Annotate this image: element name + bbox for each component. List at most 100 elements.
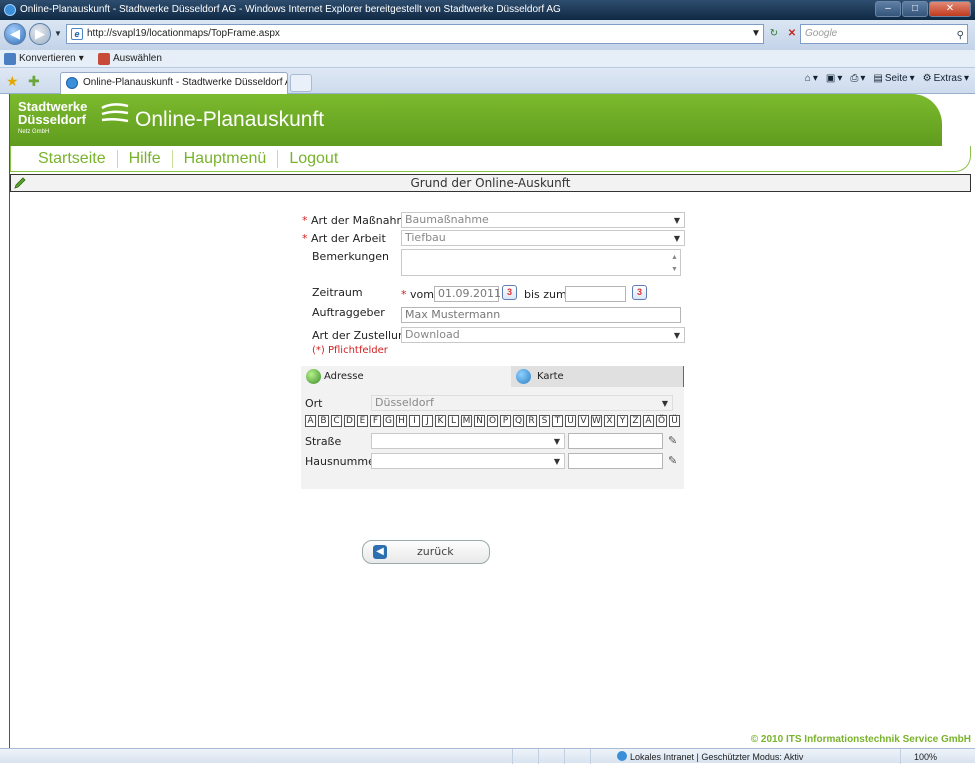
page-icon: e — [71, 28, 83, 40]
zoom-level[interactable]: 100% — [914, 750, 937, 764]
measure-value: Baumaßnahme — [405, 213, 489, 226]
home-button[interactable]: ⌂ ▾ — [805, 73, 818, 84]
letter-n[interactable]: N — [474, 415, 485, 427]
extras-menu-label: Extras — [933, 73, 962, 84]
letter-y[interactable]: Y — [617, 415, 628, 427]
letter-ae[interactable]: Ä — [643, 415, 654, 427]
measure-label-text: Art der Maßnahme — [311, 214, 414, 227]
from-date-input[interactable]: 01.09.2011 — [434, 286, 501, 302]
search-placeholder: Google — [805, 28, 838, 39]
select-button[interactable]: Auswählen — [98, 50, 162, 68]
letter-o[interactable]: O — [487, 415, 498, 427]
maximize-button[interactable]: □ — [902, 1, 928, 17]
delivery-value: Download — [405, 328, 460, 341]
measure-select[interactable]: Baumaßnahme ▼ — [401, 212, 685, 228]
from-date-value: 01.09.2011 — [438, 287, 501, 300]
client-label: Auftraggeber — [312, 306, 385, 319]
company-logo: Stadtwerke Düsseldorf Netz GmbH — [18, 100, 142, 144]
address-dropdown-icon[interactable]: ▼ — [748, 24, 764, 44]
chevron-down-icon: ▼ — [553, 437, 560, 446]
history-dropdown-icon[interactable]: ▼ — [54, 29, 62, 38]
address-bar[interactable]: e http://svapl19/locationmaps/TopFrame.a… — [66, 24, 764, 44]
tab-karte[interactable]: Karte — [511, 366, 684, 387]
extras-menu[interactable]: ⚙ Extras ▾ — [923, 73, 969, 84]
remarks-textarea[interactable]: ▲ ▼ — [401, 249, 681, 276]
to-label: bis zum — [524, 288, 567, 301]
menu-logout[interactable]: Logout — [278, 149, 349, 169]
zoom-cell[interactable] — [900, 749, 975, 764]
forward-arrow-icon[interactable]: ▶ — [29, 23, 51, 45]
chevron-down-icon: ▼ — [673, 234, 680, 243]
textarea-scroll-icons[interactable]: ▲ ▼ — [670, 252, 679, 276]
to-date-input[interactable] — [565, 286, 626, 302]
pencil-icon — [14, 177, 26, 189]
work-value: Tiefbau — [405, 231, 446, 244]
letter-x[interactable]: X — [604, 415, 615, 427]
letter-r[interactable]: R — [526, 415, 537, 427]
menu-hilfe[interactable]: Hilfe — [118, 149, 172, 169]
wrench-icon[interactable]: ✎ — [668, 434, 677, 447]
delivery-select[interactable]: Download ▼ — [401, 327, 685, 343]
favorites-star-icon[interactable]: ★ — [6, 73, 19, 90]
letter-b[interactable]: B — [318, 415, 329, 427]
letter-oe[interactable]: Ö — [656, 415, 667, 427]
search-input[interactable]: Google ⚲ — [800, 24, 968, 44]
letter-l[interactable]: L — [448, 415, 459, 427]
street-label: Straße — [305, 435, 342, 448]
convert-menu[interactable]: Konvertieren ▾ — [4, 50, 84, 68]
minimize-button[interactable]: – — [875, 1, 901, 17]
window-controls: – □ ✕ — [875, 1, 971, 17]
add-favorite-icon[interactable]: ✚ — [28, 73, 40, 90]
letter-g[interactable]: G — [383, 415, 394, 427]
letter-s[interactable]: S — [539, 415, 550, 427]
close-button[interactable]: ✕ — [929, 1, 971, 17]
letter-p[interactable]: P — [500, 415, 511, 427]
street-select[interactable]: ▼ — [371, 433, 565, 449]
copyright-footer: © 2010 ITS Informationstechnik Service G… — [750, 734, 971, 745]
new-tab-button[interactable] — [290, 74, 312, 92]
work-select[interactable]: Tiefbau ▼ — [401, 230, 685, 246]
to-calendar-icon[interactable]: 3 — [632, 285, 647, 300]
menu-startseite[interactable]: Startseite — [27, 149, 117, 169]
from-calendar-icon[interactable]: 3 — [502, 285, 517, 300]
page-menu[interactable]: ▤ Seite ▾ — [873, 73, 914, 84]
ie-logo-icon — [4, 4, 16, 16]
tab-adresse[interactable]: Adresse — [301, 366, 501, 387]
letter-d[interactable]: D — [344, 415, 355, 427]
letter-u[interactable]: U — [565, 415, 576, 427]
print-icon: ⎙ — [850, 73, 859, 84]
refresh-icon[interactable]: ↻ — [766, 24, 782, 44]
letter-e[interactable]: E — [357, 415, 368, 427]
back-arrow-icon[interactable]: ◀ — [4, 23, 26, 45]
gear-icon: ⚙ — [922, 73, 932, 84]
letter-h[interactable]: H — [396, 415, 407, 427]
house-number-select[interactable]: ▼ — [371, 453, 565, 469]
search-icon[interactable]: ⚲ — [957, 27, 964, 45]
back-button[interactable]: ◀ zurück — [362, 540, 490, 564]
letter-q[interactable]: Q — [513, 415, 524, 427]
brand-header: Stadtwerke Düsseldorf Netz GmbH Online-P… — [10, 94, 942, 146]
menu-hauptmenue[interactable]: Hauptmenü — [173, 149, 278, 169]
letter-w[interactable]: W — [591, 415, 602, 427]
letter-c[interactable]: C — [331, 415, 342, 427]
letter-ue[interactable]: Ü — [669, 415, 680, 427]
client-input[interactable]: Max Mustermann — [401, 307, 681, 323]
tab-planauskunft[interactable]: Online-Planauskunft - Stadtwerke Düsseld… — [60, 72, 288, 94]
city-select[interactable]: Düsseldorf ▼ — [371, 395, 673, 411]
letter-t[interactable]: T — [552, 415, 563, 427]
letter-a[interactable]: A — [305, 415, 316, 427]
print-button[interactable]: ⎙ ▾ — [850, 73, 865, 84]
letter-m[interactable]: M — [461, 415, 472, 427]
stop-icon[interactable]: ✕ — [784, 24, 800, 44]
letter-v[interactable]: V — [578, 415, 589, 427]
wrench-icon[interactable]: ✎ — [668, 454, 677, 467]
main-menu: Startseite Hilfe Hauptmenü Logout — [10, 146, 971, 172]
letter-f[interactable]: F — [370, 415, 381, 427]
street-extra-input[interactable] — [568, 433, 663, 449]
letter-z[interactable]: Z — [630, 415, 641, 427]
feeds-button[interactable]: ▣ ▾ — [826, 73, 842, 84]
letter-k[interactable]: K — [435, 415, 446, 427]
letter-j[interactable]: J — [422, 415, 433, 427]
letter-i[interactable]: I — [409, 415, 420, 427]
house-number-extra-input[interactable] — [568, 453, 663, 469]
